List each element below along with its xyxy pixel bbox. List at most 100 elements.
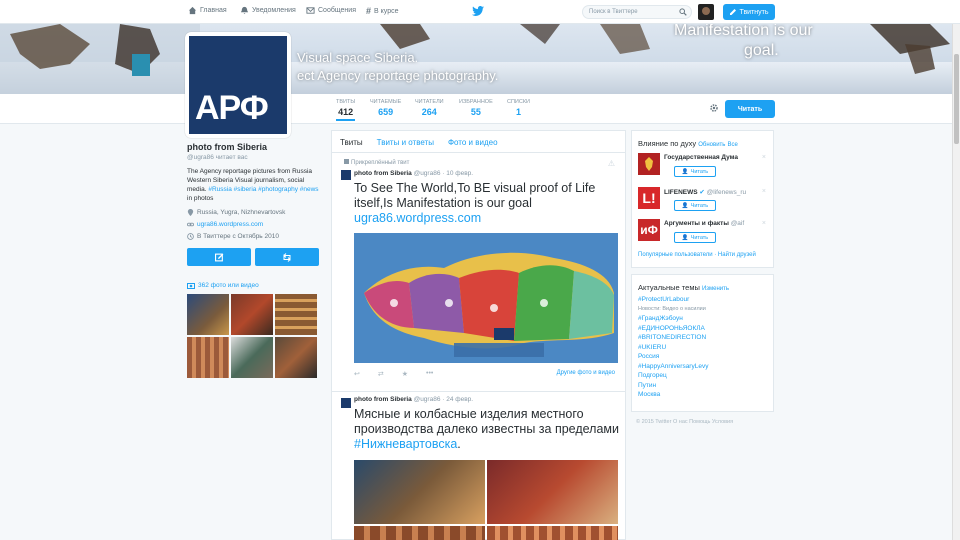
suggested-account: L! LIFENEWS ✔ @lifenews_ru × 👤 Читать [638,187,772,215]
pinned-tweet[interactable]: Прикреплённый твит ⚠ photo from Siberia … [332,155,625,385]
page-footer: © 2015 Twitter О нас Помощь Условия [636,419,734,425]
tweet[interactable]: photo from Siberia @ugra86 · 24 февр. Мя… [332,391,625,540]
retweet-icon [283,252,291,262]
view-all-link[interactable]: Все [728,142,738,148]
photo-thumbnail[interactable] [275,294,317,335]
tweet-options-icon[interactable]: ⚠ [608,159,615,168]
profile-sidebar: photo from Siberia @ugra86 читает вас Th… [187,142,319,378]
follow-account-label: Читать [690,202,709,209]
account-avatar[interactable] [638,153,660,175]
nav-home[interactable]: Главная [188,6,227,15]
trends-change-link[interactable]: Изменить [702,286,729,292]
tweet-author-avatar[interactable] [341,398,351,408]
location-text: Russia, Yugra, Nizhnevartovsk [197,209,286,216]
photo-thumbnail[interactable] [231,337,273,378]
more-photos-link[interactable]: Другие фото и видео [557,370,615,376]
trends-header: Актуальные темы Изменить [632,275,773,295]
tweet-author-name[interactable]: photo from Siberia [354,170,412,177]
dismiss-icon[interactable]: × [762,154,766,161]
trend-item[interactable]: Подгорец [632,371,773,381]
photo-thumbnail[interactable] [187,337,229,378]
bio-hashtags[interactable]: #Russia #siberia #photography #news [208,186,318,193]
tweet-time[interactable]: · 24 февр. [442,396,473,403]
tweet-to-button[interactable] [187,248,251,266]
search-icon[interactable] [679,8,687,16]
compose-tweet-button[interactable]: Твитнуть [723,4,775,20]
stat-followers[interactable]: Читатели 264 [415,99,444,117]
page-scrollbar[interactable] [952,24,960,540]
trend-item[interactable]: #ГрандЖэбоун [632,314,773,324]
trend-item[interactable]: #UKIERU [632,343,773,353]
tweet-photo[interactable] [354,460,485,524]
stat-lists[interactable]: Списки 1 [507,99,530,117]
tweet-time[interactable]: · 10 февр. [442,170,473,177]
profile-name[interactable]: photo from Siberia [187,142,319,152]
stat-tweets[interactable]: Твиты 412 [336,99,356,121]
photos-videos-link[interactable]: 362 фото или видео [187,282,319,289]
twitter-bird-icon[interactable] [472,6,484,16]
account-name[interactable]: LIFENEWS ✔ @lifenews_ru [664,188,746,196]
tweet-author-avatar[interactable] [341,170,351,180]
stat-following[interactable]: Читаемые 659 [370,99,401,117]
account-name[interactable]: Аргументы и факты @aif [664,220,744,227]
stat-favorites-value: 55 [470,107,481,117]
bell-icon [240,6,249,15]
scrollbar-thumb[interactable] [954,54,959,144]
profile-avatar[interactable]: АРФ [185,32,291,138]
tweet-link[interactable]: ugra86.wordpress.com [354,211,481,225]
trend-item[interactable]: Путин [632,381,773,391]
trend-item[interactable]: #ЕДИНОРОНЬЯОКЛА [632,324,773,334]
favorite-icon[interactable]: ★ [402,370,408,378]
follow-account-button[interactable]: 👤 Читать [674,232,716,243]
stat-favorites[interactable]: Избранное 55 [459,99,493,117]
tweet-hashtag[interactable]: #Нижневартовска [354,437,457,451]
refresh-link[interactable]: Обновить [698,142,725,148]
tweet-photo[interactable] [487,526,618,540]
top-navigation-bar: Главная Уведомления Сообщения # В курсе … [0,0,960,24]
dismiss-icon[interactable]: × [762,220,766,227]
tweet-header: photo from Siberia @ugra86 · 10 февр. [354,170,473,177]
photo-thumbnail[interactable] [231,294,273,335]
tab-photos-videos[interactable]: Фото и видео [448,138,498,152]
user-avatar-menu[interactable] [698,4,714,20]
trend-item[interactable]: #BRITONEDIRECTION [632,333,773,343]
message-button[interactable] [255,248,319,266]
website-link[interactable]: ugra86.wordpress.com [197,221,263,228]
tweet-author-name[interactable]: photo from Siberia [354,396,412,403]
account-avatar[interactable]: L! [638,187,660,209]
trend-item[interactable]: #ProtectUrLabour [632,295,773,305]
tweet-photo[interactable] [354,526,485,540]
account-name[interactable]: Государственная Дума [664,154,738,161]
follow-account-button[interactable]: 👤 Читать [674,166,716,177]
photo-thumbnail[interactable] [187,294,229,335]
tweet-photo[interactable] [487,460,618,524]
nav-messages[interactable]: Сообщения [306,6,356,15]
follow-account-label: Читать [690,168,709,175]
tweet-image-map[interactable] [354,233,618,363]
more-icon[interactable]: ••• [426,370,433,378]
trend-item[interactable]: Россия [632,352,773,362]
find-friends-links[interactable]: Популярные пользователи · Найти друзей [638,252,756,258]
nav-discover[interactable]: # В курсе [366,6,398,16]
reply-icon[interactable]: ↩ [354,370,360,378]
gear-icon[interactable] [709,103,719,113]
tab-tweets-replies[interactable]: Твиты и ответы [377,138,434,152]
follow-person-icon: 👤 [681,202,689,209]
stat-following-label: Читаемые [370,99,402,105]
account-handle: @lifenews_ru [706,189,747,196]
follow-account-button[interactable]: 👤 Читать [674,200,716,211]
tweet-body: Мясные и колбасные изделия местного прои… [354,407,619,436]
photo-thumbnail[interactable] [275,337,317,378]
photo-thumbnail-grid [187,294,319,378]
tab-tweets[interactable]: Твиты [340,138,363,152]
trend-item[interactable]: Москва [632,390,773,400]
dismiss-icon[interactable]: × [762,188,766,195]
trend-item[interactable]: #HappyAnniversaryLevy [632,362,773,372]
retweet-icon[interactable]: ⇄ [378,370,384,378]
search-input[interactable]: Поиск в Твиттере [582,5,692,19]
follow-button[interactable]: Читать [725,100,775,118]
nav-notifications[interactable]: Уведомления [240,6,296,15]
link-icon [187,222,194,227]
account-avatar[interactable]: иФ [638,219,660,241]
location-pin-icon [187,209,194,216]
